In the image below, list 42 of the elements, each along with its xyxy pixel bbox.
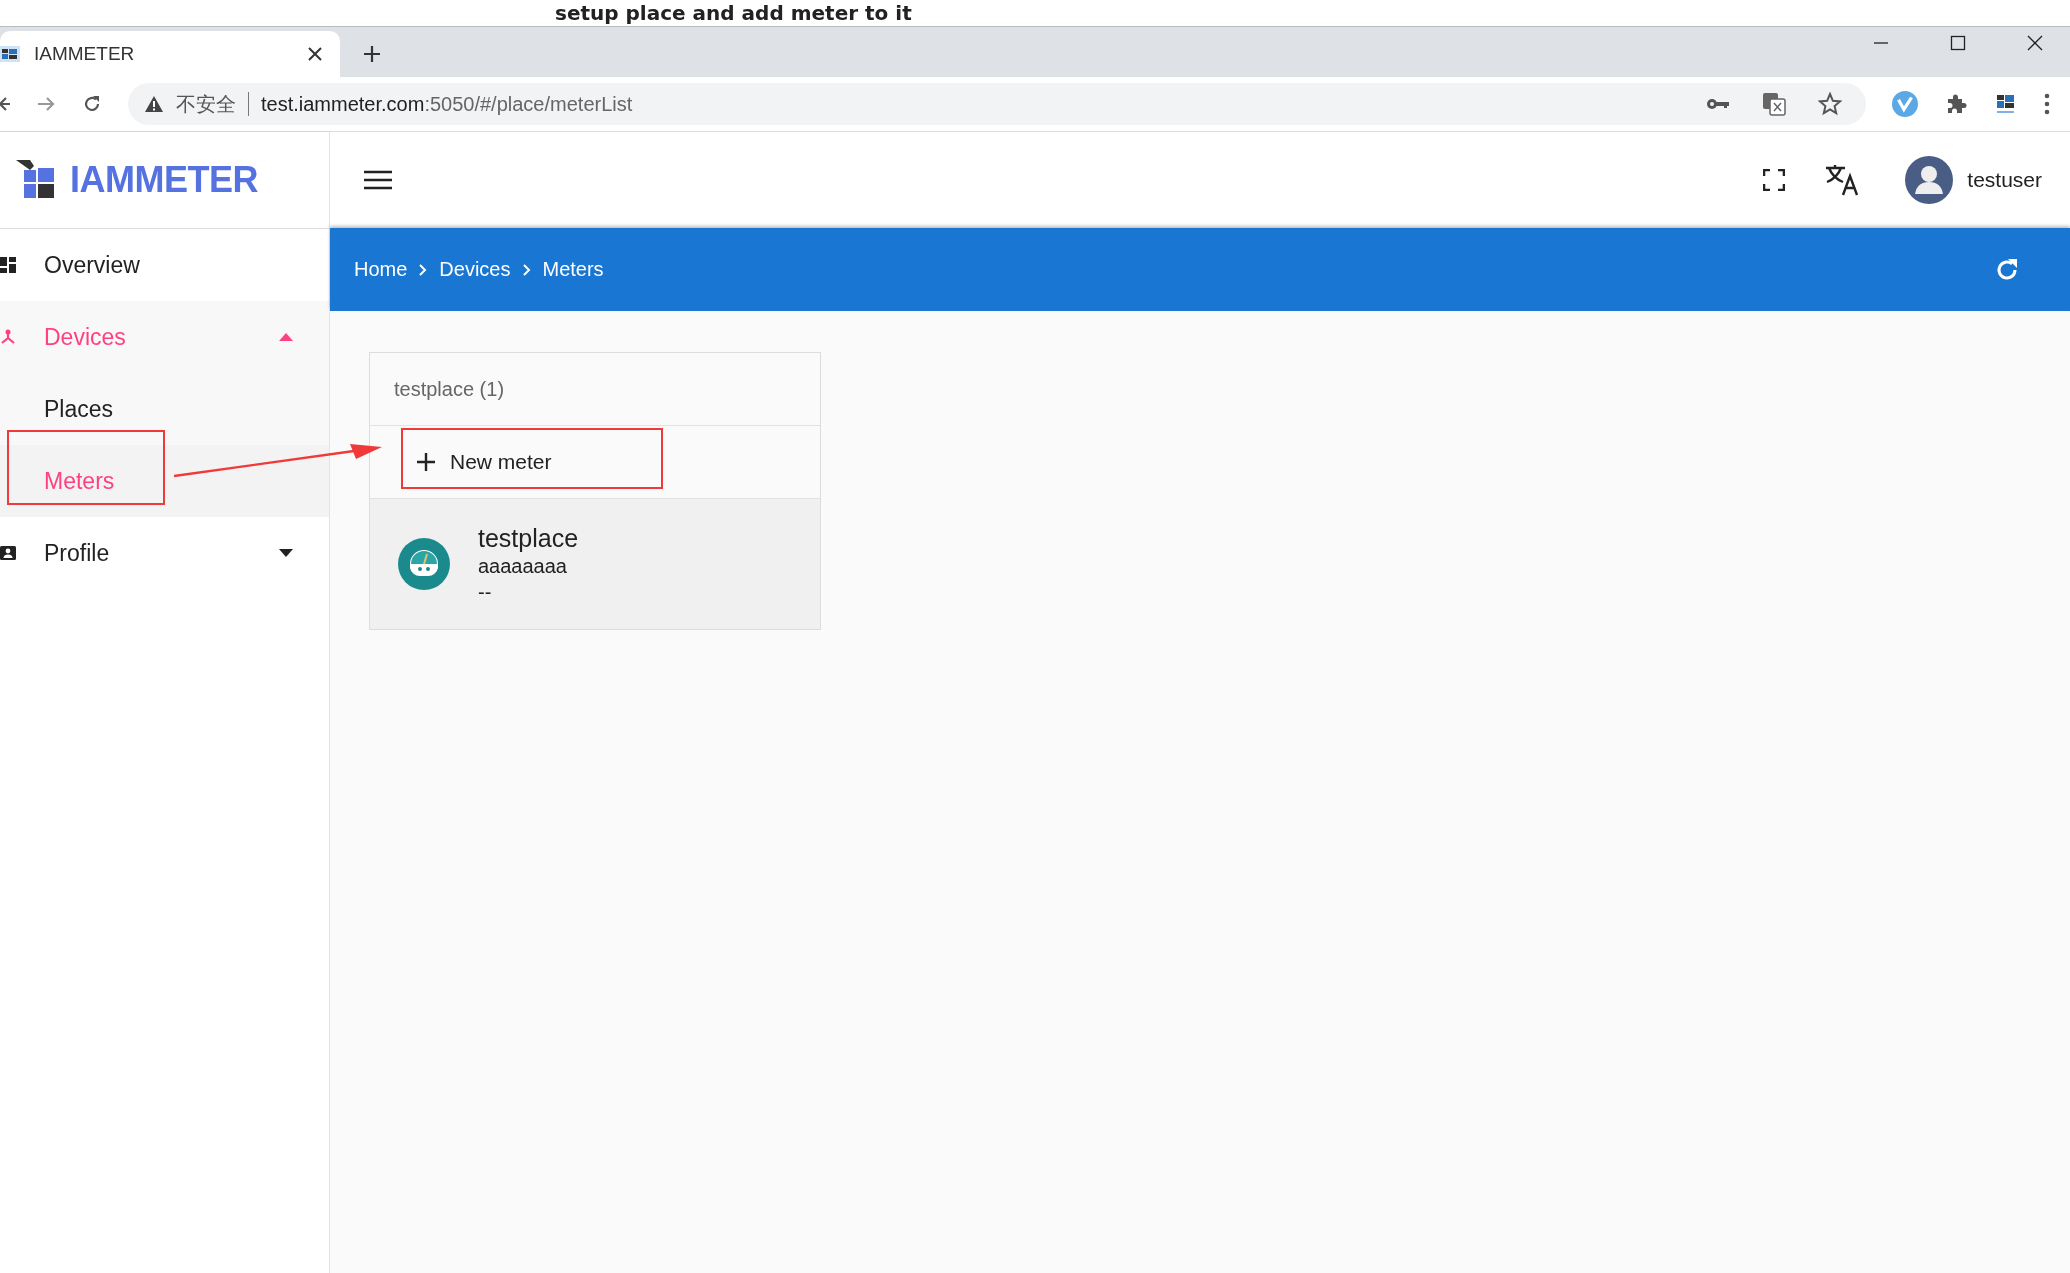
network-icon — [0, 329, 16, 345]
warning-icon — [144, 95, 164, 113]
gauge-icon — [398, 538, 450, 590]
new-meter-button[interactable]: New meter — [402, 442, 566, 482]
maximize-icon[interactable] — [1950, 35, 1966, 51]
site-favicon-icon — [0, 44, 20, 64]
sidebar-subitem[interactable]: Places — [0, 373, 329, 445]
breadcrumb-link[interactable]: Devices — [439, 258, 511, 281]
meter-list-item[interactable]: testplace aaaaaaaa -- — [370, 499, 820, 629]
caption-heading: setup place and add meter to it — [555, 1, 912, 25]
close-window-icon[interactable] — [2027, 35, 2043, 51]
plus-icon — [416, 452, 436, 472]
meter-name: testplace — [478, 523, 579, 553]
logo-wordmark: IAMMETER — [70, 159, 258, 201]
tab-title: IAMMETER — [34, 43, 136, 65]
username[interactable]: testuser — [1967, 168, 2042, 192]
refresh-icon[interactable] — [1994, 256, 2020, 283]
reload-icon[interactable] — [82, 94, 102, 114]
translate-icon[interactable] — [1825, 164, 1860, 196]
v-badge-icon[interactable] — [1892, 91, 1918, 117]
dashboard-icon — [0, 257, 16, 273]
meter-reading: -- — [478, 579, 493, 605]
close-tab-icon[interactable] — [308, 47, 322, 61]
star-icon[interactable] — [1818, 92, 1842, 116]
sidebar-item[interactable]: Overview — [0, 229, 329, 301]
menu-dots-icon[interactable] — [2044, 93, 2050, 115]
key-icon[interactable] — [1706, 97, 1730, 111]
chevron-right-icon — [419, 263, 428, 276]
security-label: 不安全 — [176, 91, 236, 117]
url-text: test.iammeter.com:5050/#/place/meterList — [261, 92, 633, 116]
meter-serial: aaaaaaaa — [478, 553, 568, 579]
browser-tab[interactable]: IAMMETER — [0, 31, 340, 77]
new-tab-icon[interactable] — [362, 44, 382, 64]
breadcrumb-link[interactable]: Meters — [542, 258, 604, 281]
menu-icon[interactable] — [364, 170, 392, 190]
avatar-icon[interactable] — [1905, 156, 1954, 204]
breadcrumb-link[interactable]: Home — [354, 258, 408, 281]
chevron-right-icon — [522, 263, 531, 276]
sidebar-item[interactable]: Profile — [0, 517, 329, 589]
fullscreen-icon[interactable] — [1763, 169, 1786, 191]
address-bar[interactable]: 不安全 test.iammeter.com:5050/#/place/meterList — [128, 83, 1866, 125]
place-title: testplace (1) — [370, 353, 820, 426]
